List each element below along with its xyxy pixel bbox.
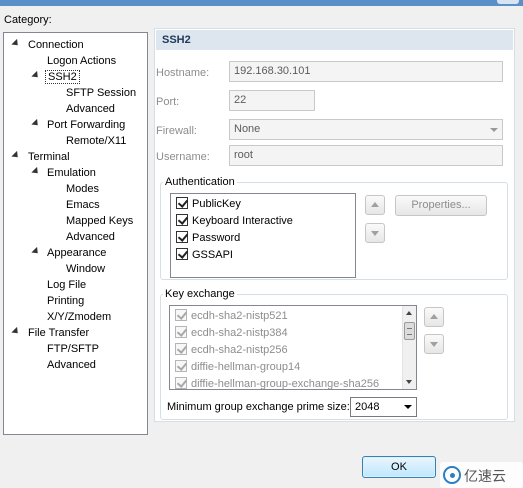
expand-arrow-icon[interactable] [31,246,41,257]
firewall-select-value: None [234,123,261,135]
tree-item-emulation-advanced[interactable]: Advanced [66,229,115,245]
authentication-title: Authentication [163,176,237,188]
kex-item[interactable]: diffie-hellman-group-exchange-sha256 [175,376,380,390]
tree-item-file-transfer-advanced[interactable]: Advanced [47,357,96,373]
ok-button[interactable]: OK [362,456,436,478]
tree-item-sftp-session[interactable]: SFTP Session [66,85,136,101]
kex-item-label: ecdh-sha2-nistp384 [191,327,288,339]
expand-arrow-icon[interactable] [11,326,21,337]
panel-title: SSH2 [156,30,513,50]
expand-arrow-icon[interactable] [11,38,21,49]
checkbox-icon[interactable] [175,343,187,355]
kex-item-label: ecdh-sha2-nistp256 [191,344,288,356]
checkbox-icon[interactable] [175,360,187,372]
kex-scrollbar[interactable] [402,306,416,389]
tree-item-ftp-sftp[interactable]: FTP/SFTP [47,341,99,357]
checkbox-icon[interactable] [176,231,188,243]
expand-arrow-icon[interactable] [31,118,41,129]
kex-item-label: diffie-hellman-group14 [191,361,301,373]
tree-item-ssh2-advanced[interactable]: Advanced [66,101,115,117]
key-exchange-title: Key exchange [163,288,237,300]
kex-item-label: ecdh-sha2-nistp521 [191,310,288,322]
tree-item-appearance[interactable]: Appearance [47,245,106,261]
checkbox-icon[interactable] [175,309,187,321]
kex-item[interactable]: ecdh-sha2-nistp256 [175,342,288,358]
auth-item-gssapi[interactable]: GSSAPI [176,247,233,263]
expand-arrow-icon[interactable] [31,166,41,177]
port-field[interactable]: 22 [229,90,315,111]
min-group-select[interactable]: 2048 [350,397,417,417]
tree-item-emulation[interactable]: Emulation [47,165,96,181]
tree-item-ssh2-label: SSH2 [45,70,80,84]
tree-item-port-forwarding[interactable]: Port Forwarding [47,117,125,133]
auth-move-down-button[interactable] [365,223,385,243]
tree-item-logon-actions[interactable]: Logon Actions [47,53,116,69]
tree-item-log-file[interactable]: Log File [47,277,86,293]
expand-arrow-icon[interactable] [31,70,41,81]
kex-move-down-button[interactable] [424,334,444,354]
tree-item-window[interactable]: Window [66,261,105,277]
kex-move-up-button[interactable] [424,307,444,327]
watermark-logo-icon [443,466,461,484]
auth-item-label: PublicKey [192,198,241,210]
min-group-value: 2048 [355,401,380,413]
expand-arrow-icon[interactable] [11,150,21,161]
auth-item-label: GSSAPI [192,249,233,261]
hostname-label: Hostname: [156,67,210,79]
chevron-down-icon [404,405,412,409]
auth-item-label: Password [192,232,241,244]
port-label: Port: [156,96,180,108]
kex-item[interactable]: ecdh-sha2-nistp521 [175,308,288,324]
checkbox-icon[interactable] [175,377,187,389]
auth-item-password[interactable]: Password [176,230,240,246]
min-group-label: Minimum group exchange prime size: [167,401,350,413]
scroll-thumb[interactable] [404,322,415,340]
watermark-text: 亿速云 [464,468,506,484]
tree-item-file-transfer[interactable]: File Transfer [28,325,89,341]
tree-item-remote-x11[interactable]: Remote/X11 [66,133,126,149]
properties-button[interactable]: Properties... [395,195,487,216]
arrow-down-icon [371,231,379,236]
firewall-label: Firewall: [156,125,197,137]
tree-item-terminal[interactable]: Terminal [28,149,70,165]
auth-move-up-button[interactable] [365,195,385,215]
arrow-down-icon [430,342,438,347]
auth-item-label: Keyboard Interactive [192,215,293,227]
tree-item-mapped-keys[interactable]: Mapped Keys [66,213,133,229]
tree-item-printing[interactable]: Printing [47,293,84,309]
tree-item-ssh2[interactable]: SSH2 [45,69,80,85]
key-exchange-list[interactable]: ecdh-sha2-nistp521 ecdh-sha2-nistp384 ec… [169,305,417,390]
window-titlebar [0,0,523,6]
chevron-down-icon [490,128,498,132]
tree-item-connection[interactable]: Connection [28,37,84,53]
watermark-logo: 亿速云 [440,462,523,488]
auth-item-publickey[interactable]: PublicKey [176,196,241,212]
hostname-field[interactable]: 192.168.30.101 [229,61,503,82]
close-icon[interactable] [497,0,519,4]
checkbox-icon[interactable] [176,197,188,209]
checkbox-icon[interactable] [176,248,188,260]
tree-item-modes[interactable]: Modes [66,181,99,197]
username-label: Username: [156,151,210,163]
category-tree[interactable]: Connection Logon Actions SSH2 SFTP Sessi… [3,32,148,435]
authentication-list[interactable]: PublicKey Keyboard Interactive Password … [170,193,356,278]
tree-item-xyzmodem[interactable]: X/Y/Zmodem [47,309,111,325]
auth-item-keyboard-interactive[interactable]: Keyboard Interactive [176,213,293,229]
arrow-up-icon [430,314,438,319]
scroll-down-icon[interactable] [406,380,412,384]
category-label: Category: [4,14,52,26]
scroll-up-icon[interactable] [406,311,412,315]
checkbox-icon[interactable] [176,214,188,226]
kex-item[interactable]: diffie-hellman-group14 [175,359,300,375]
username-field[interactable]: root [229,145,503,166]
checkbox-icon[interactable] [175,326,187,338]
kex-item[interactable]: ecdh-sha2-nistp384 [175,325,288,341]
firewall-select[interactable]: None [229,119,503,140]
kex-item-label: diffie-hellman-group-exchange-sha256 [191,378,380,390]
arrow-up-icon [371,202,379,207]
tree-item-emacs[interactable]: Emacs [66,197,100,213]
